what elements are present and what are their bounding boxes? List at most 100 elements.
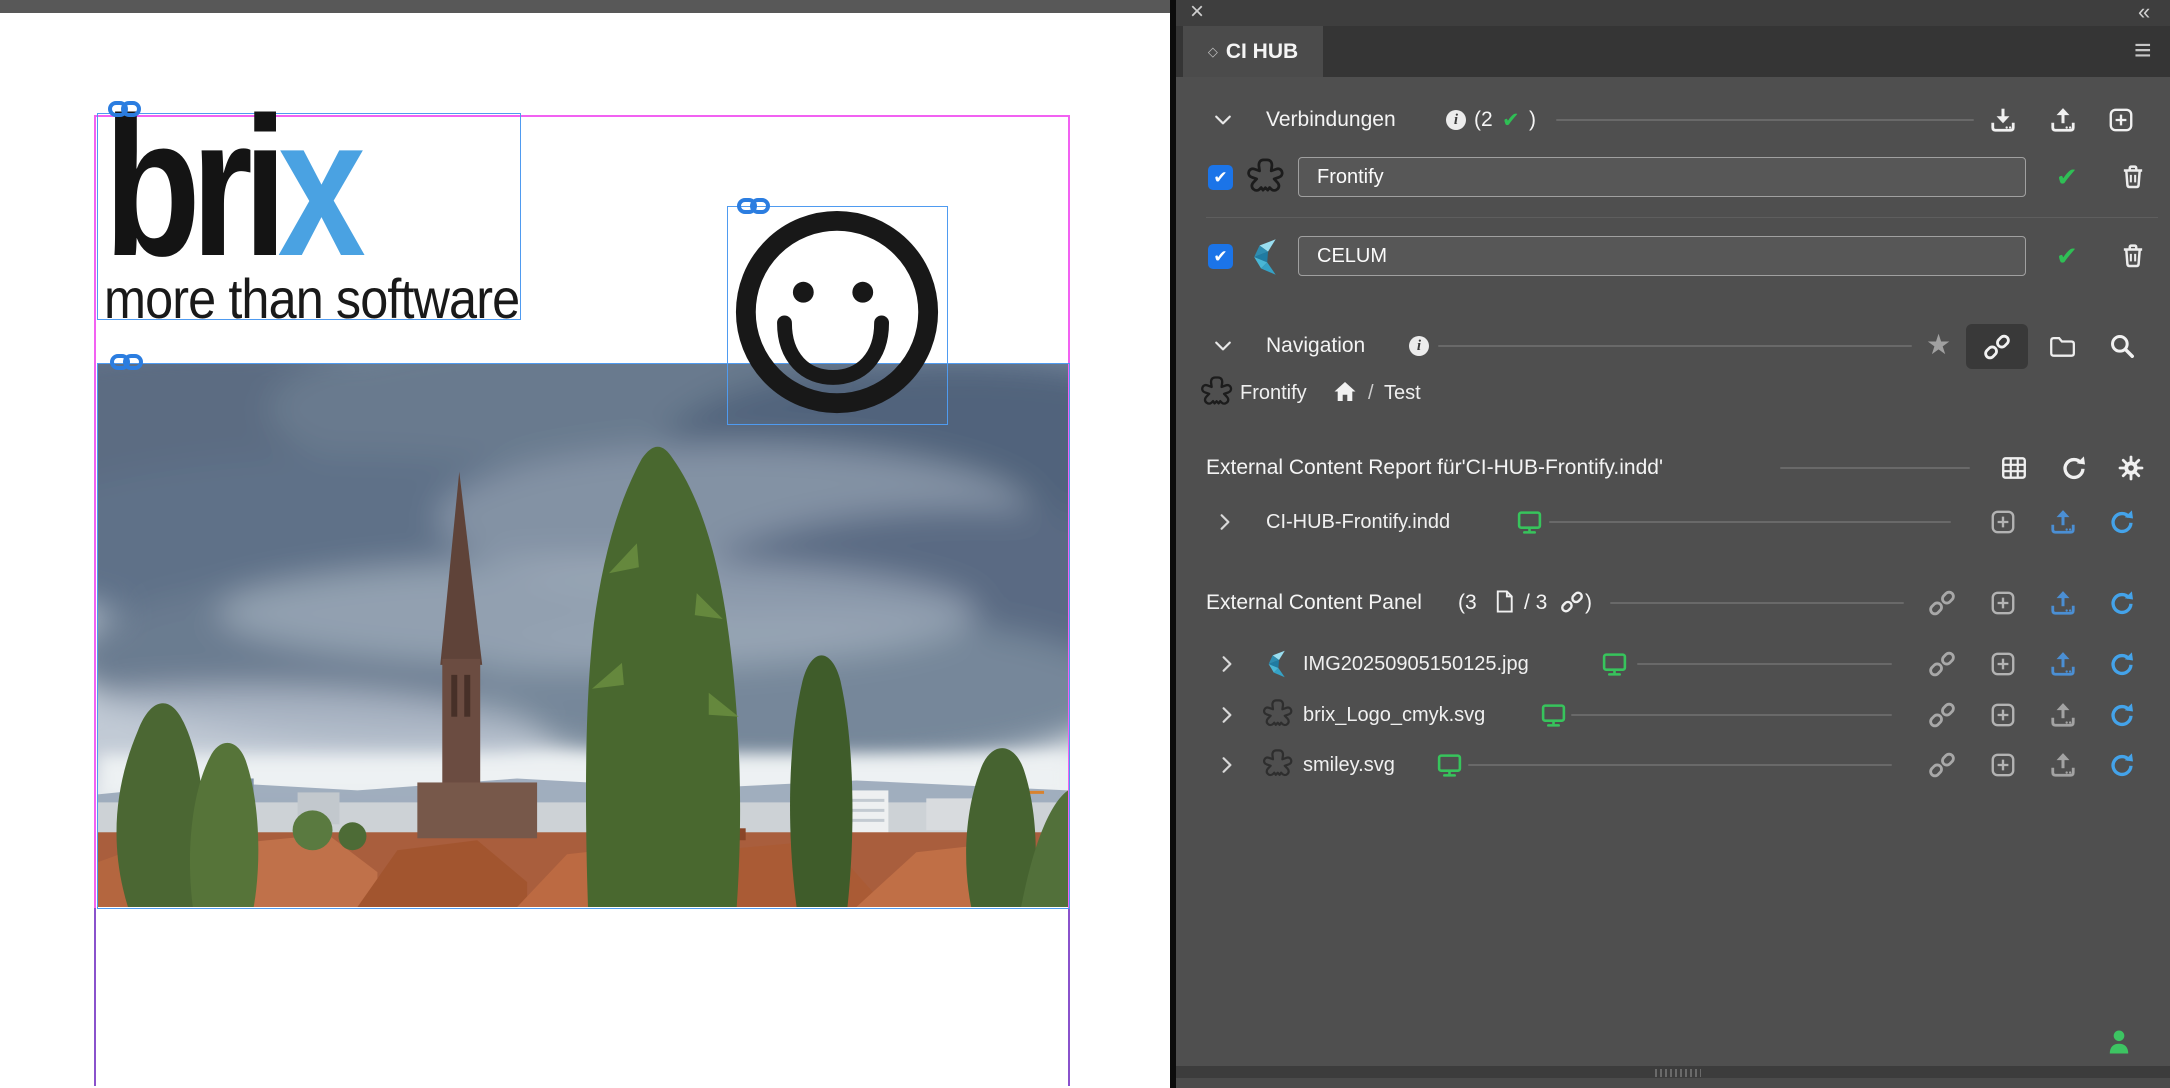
smiley-frame[interactable]	[727, 206, 948, 425]
brixsvg-upload-icon[interactable]	[2049, 701, 2077, 729]
img-add-icon[interactable]	[1989, 650, 2017, 678]
close-icon[interactable]: ×	[1190, 0, 1204, 26]
smileysvg-add-icon[interactable]	[1989, 751, 2017, 779]
img-link-icon[interactable]	[1928, 650, 1956, 678]
connections-rule	[1556, 119, 1974, 121]
smileysvg-refresh-icon[interactable]	[2108, 751, 2136, 779]
document-canvas: brix more than software	[0, 0, 1170, 1088]
document-window-bar	[0, 0, 1170, 13]
smileysvg-link-icon[interactable]	[1928, 751, 1956, 779]
search-icon[interactable]	[2108, 332, 2136, 360]
indd-rule	[1549, 521, 1951, 523]
brix-tagline: more than software	[104, 266, 519, 331]
content-panel-count-mid: / 3	[1524, 591, 1547, 615]
img-rule	[1637, 663, 1892, 665]
breadcrumb-frontify-icon	[1200, 375, 1236, 411]
celum-connected-check-icon[interactable]: ✔	[2056, 241, 2078, 272]
frontify-delete-icon[interactable]	[2119, 163, 2147, 191]
breadcrumb-current[interactable]: Test	[1384, 382, 1421, 405]
brixsvg-link-icon[interactable]	[1928, 701, 1956, 729]
indd-file-name[interactable]: CI-HUB-Frontify.indd	[1266, 511, 1450, 534]
brixsvg-file-name[interactable]: brix_Logo_cmyk.svg	[1303, 704, 1485, 727]
celum-delete-icon[interactable]	[2119, 242, 2147, 270]
img-local-laptop-icon	[1601, 651, 1628, 678]
panel-titlebar: × «	[1176, 0, 2170, 26]
panel-menu-icon[interactable]: ≡	[2134, 34, 2152, 68]
smileysvg-frontify-icon	[1262, 748, 1296, 782]
brixsvg-add-icon[interactable]	[1989, 701, 2017, 729]
brix-logo-frame[interactable]: brix more than software	[97, 113, 521, 320]
folder-view-icon[interactable]	[2048, 332, 2076, 360]
frontify-enabled-checkbox[interactable]: ✔	[1208, 165, 1233, 190]
photo-frame[interactable]	[97, 363, 1070, 909]
panel-tabbar: ≡	[1176, 26, 2170, 77]
breadcrumb-home-icon[interactable]	[1332, 379, 1358, 405]
smileysvg-file-name[interactable]: smiley.svg	[1303, 754, 1395, 777]
connections-collapse-icon[interactable]	[1212, 109, 1234, 131]
checkbox-check-icon: ✔	[1213, 247, 1227, 267]
indd-add-icon[interactable]	[1989, 508, 2017, 536]
report-refresh-icon[interactable]	[2060, 454, 2088, 482]
connections-title[interactable]: Verbindungen	[1266, 108, 1396, 132]
tab-ci-hub[interactable]: ◇ CI HUB	[1183, 26, 1323, 77]
smileysvg-local-laptop-icon	[1436, 752, 1463, 779]
panel-resize-grip-icon[interactable]	[1655, 1069, 1701, 1077]
celum-enabled-checkbox[interactable]: ✔	[1208, 244, 1233, 269]
img-upload-icon[interactable]	[2049, 650, 2077, 678]
breadcrumb-root[interactable]: Frontify	[1240, 382, 1307, 405]
brixsvg-local-laptop-icon	[1540, 702, 1567, 729]
user-account-icon[interactable]	[2104, 1027, 2134, 1057]
celum-name-input[interactable]	[1298, 236, 2026, 276]
brixsvg-rule	[1571, 714, 1892, 716]
indd-local-laptop-icon	[1516, 509, 1543, 536]
connection-separator	[1206, 217, 2158, 218]
frontify-name-input[interactable]	[1298, 157, 2026, 197]
app-window: brix more than software × « ≡ ◇ CI	[0, 0, 2170, 1088]
link-view-button[interactable]	[1966, 324, 2028, 369]
smileysvg-upload-icon[interactable]	[2049, 751, 2077, 779]
column-guide-right	[1068, 908, 1070, 1086]
connections-count-open: (2	[1474, 108, 1493, 132]
smiley-link-badge-icon[interactable]	[737, 194, 771, 218]
panel-bottom-edge	[1176, 1078, 2170, 1088]
navigation-info-icon[interactable]: i	[1409, 336, 1429, 356]
indd-expand-icon[interactable]	[1214, 511, 1236, 533]
brixsvg-frontify-icon	[1262, 698, 1296, 732]
favorites-star-icon[interactable]: ★	[1926, 331, 1951, 359]
brixsvg-expand-icon[interactable]	[1216, 704, 1238, 726]
content-panel-add-icon[interactable]	[1989, 589, 2017, 617]
report-settings-gear-icon[interactable]	[2117, 454, 2145, 482]
download-connections-icon[interactable]	[1989, 106, 2017, 134]
smiley-graphic	[728, 207, 946, 423]
add-connection-icon[interactable]	[2107, 106, 2135, 134]
upload-connections-icon[interactable]	[2049, 106, 2077, 134]
indd-upload-icon[interactable]	[2049, 508, 2077, 536]
frontify-connected-check-icon[interactable]: ✔	[2056, 162, 2078, 193]
report-rule	[1780, 467, 1970, 469]
img-refresh-icon[interactable]	[2108, 650, 2136, 678]
cityscape-photo	[98, 364, 1068, 907]
navigation-title[interactable]: Navigation	[1266, 334, 1365, 358]
column-guide-left	[94, 908, 96, 1086]
connections-count-check-icon: ✔	[1502, 108, 1520, 133]
brixsvg-refresh-icon[interactable]	[2108, 701, 2136, 729]
indd-refresh-icon[interactable]	[2108, 508, 2136, 536]
connections-info-icon[interactable]: i	[1446, 110, 1466, 130]
smileysvg-expand-icon[interactable]	[1216, 754, 1238, 776]
img-file-name[interactable]: IMG20250905150125.jpg	[1303, 653, 1529, 676]
content-panel-upload-icon[interactable]	[2049, 589, 2077, 617]
content-panel-link-icon[interactable]	[1928, 589, 1956, 617]
connections-count-close: )	[1529, 108, 1536, 132]
tab-diamond-icon: ◇	[1208, 44, 1218, 60]
logo-link-badge-icon[interactable]	[108, 97, 142, 121]
brix-wordmark: brix	[104, 102, 356, 272]
brix-wordmark-x: x	[278, 76, 357, 297]
content-panel-page-icon	[1492, 589, 1517, 614]
collapse-panel-icon[interactable]: «	[2138, 0, 2148, 25]
content-panel-refresh-icon[interactable]	[2108, 589, 2136, 617]
report-table-icon[interactable]	[2000, 454, 2028, 482]
content-panel-title: External Content Panel	[1206, 591, 1422, 615]
navigation-collapse-icon[interactable]	[1212, 335, 1234, 357]
photo-link-badge-icon[interactable]	[110, 350, 144, 374]
img-expand-icon[interactable]	[1216, 653, 1238, 675]
